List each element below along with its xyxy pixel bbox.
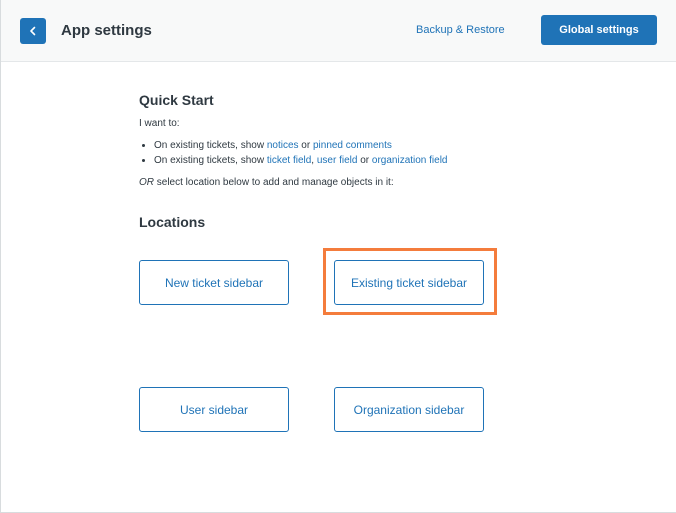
- quick-start-intro: I want to:: [139, 118, 180, 129]
- location-instruction: OR select location below to add and mana…: [139, 176, 559, 190]
- back-button[interactable]: [20, 18, 46, 44]
- list-item: On existing tickets, show notices or pin…: [139, 138, 559, 153]
- ticket-field-link[interactable]: ticket field: [267, 155, 311, 166]
- separator: or: [357, 155, 372, 166]
- line-prefix: On existing tickets, show: [154, 155, 267, 166]
- notices-link[interactable]: notices: [267, 140, 299, 151]
- or-emphasis: OR: [139, 177, 154, 188]
- highlight-box: [323, 248, 497, 315]
- user-field-link[interactable]: user field: [317, 155, 358, 166]
- app-settings-page: App settings Backup & Restore Global set…: [0, 0, 676, 513]
- organization-sidebar-button[interactable]: Organization sidebar: [334, 387, 484, 432]
- page-title: App settings: [61, 22, 152, 39]
- quick-start-list: On existing tickets, show notices or pin…: [139, 138, 559, 168]
- quick-start-section: Quick Start I want to: On existing ticke…: [139, 92, 559, 190]
- chevron-left-icon: [30, 26, 36, 36]
- locations-heading: Locations: [139, 214, 206, 230]
- organization-field-link[interactable]: organization field: [372, 155, 448, 166]
- quick-start-heading: Quick Start: [139, 92, 214, 108]
- global-settings-button[interactable]: Global settings: [541, 15, 657, 45]
- instruction-text: select location below to add and manage …: [154, 177, 394, 188]
- line-prefix: On existing tickets, show: [154, 140, 267, 151]
- new-ticket-sidebar-button[interactable]: New ticket sidebar: [139, 260, 289, 305]
- pinned-comments-link[interactable]: pinned comments: [313, 140, 392, 151]
- user-sidebar-button[interactable]: User sidebar: [139, 387, 289, 432]
- list-item: On existing tickets, show ticket field, …: [139, 153, 559, 168]
- page-header: App settings Backup & Restore Global set…: [1, 0, 676, 62]
- backup-restore-link[interactable]: Backup & Restore: [416, 24, 505, 36]
- separator: or: [298, 140, 313, 151]
